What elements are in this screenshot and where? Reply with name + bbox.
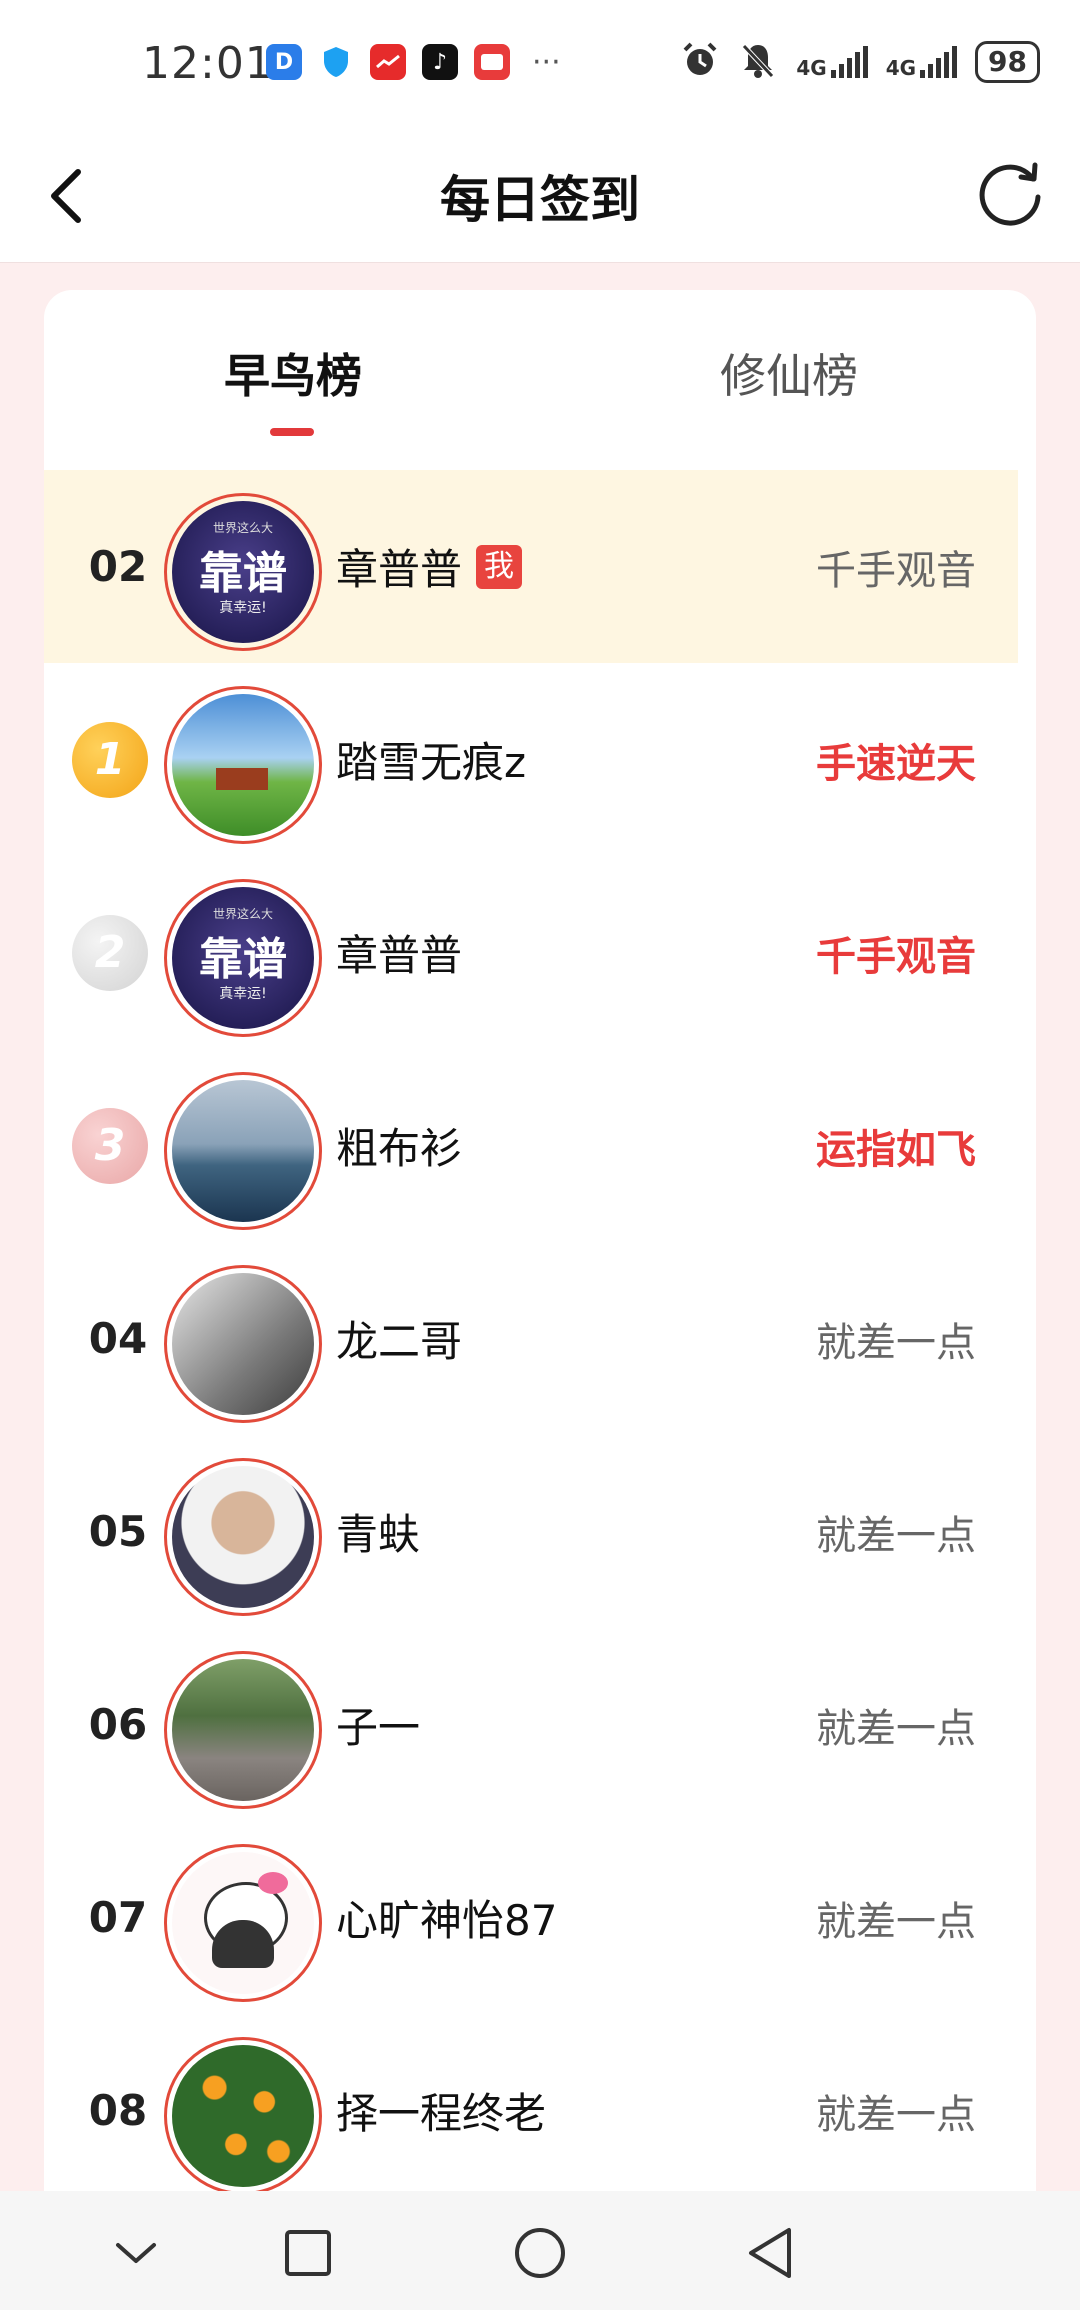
avatar[interactable] xyxy=(164,1071,322,1230)
rank-title: 手速逆天 xyxy=(816,740,976,787)
tab-early-bird[interactable]: 早鸟榜 xyxy=(224,340,362,406)
message-app-icon xyxy=(474,44,510,80)
list-item[interactable]: 2 世界这么大 靠谱 真幸运! 章普普 千手观音 xyxy=(44,856,1018,1049)
leaderboard-tabs: 早鸟榜 修仙榜 xyxy=(44,290,1036,470)
user-name: 择一程终老 xyxy=(336,2089,547,2138)
avatar[interactable] xyxy=(164,1650,322,1809)
my-ranking-row[interactable]: 02 世界这么大 靠谱 真幸运! 章普普 我 千手观音 xyxy=(44,470,1018,663)
nav-back-button[interactable] xyxy=(738,2221,802,2285)
header-bar: 每日签到 xyxy=(0,130,1080,263)
rank-title: 就差一点 xyxy=(816,1319,976,1366)
app-d-icon: D xyxy=(266,44,302,80)
user-name: 章普普 xyxy=(336,931,463,980)
rank-number: 08 xyxy=(88,2086,148,2135)
list-item[interactable]: 04 龙二哥 就差一点 xyxy=(44,1242,1018,1435)
ranking-list: 1 踏雪无痕z 手速逆天 2 世界这么大 靠谱 真幸运! 章普普 千手观音 3 … xyxy=(44,663,1018,2207)
rank-title: 就差一点 xyxy=(816,1512,976,1559)
active-tab-indicator xyxy=(270,428,314,436)
rank-title: 就差一点 xyxy=(816,1705,976,1752)
avatar[interactable] xyxy=(164,2036,322,2195)
refresh-icon xyxy=(979,162,1041,226)
signal-2: 4G xyxy=(886,46,958,78)
avatar[interactable]: 世界这么大 靠谱 真幸运! xyxy=(164,492,322,651)
avatar[interactable] xyxy=(164,1457,322,1616)
user-name: 子一 xyxy=(336,1703,421,1752)
user-name: 青蚨 xyxy=(336,1510,421,1559)
shield-icon xyxy=(318,44,354,80)
list-item[interactable]: 08 择一程终老 就差一点 xyxy=(44,2014,1018,2207)
leaderboard-card: 早鸟榜 修仙榜 02 世界这么大 靠谱 真幸运! 章普普 我 千手观音 1 踏雪… xyxy=(44,290,1036,2310)
tab-cultivation[interactable]: 修仙榜 xyxy=(720,340,858,406)
status-time: 12:01 xyxy=(142,38,274,89)
silver-medal-icon: 2 xyxy=(72,914,148,991)
rank-title: 千手观音 xyxy=(816,933,976,980)
mute-icon xyxy=(738,40,778,84)
more-notifications-icon: ··· xyxy=(532,44,561,80)
rank-number: 07 xyxy=(88,1893,148,1942)
avatar[interactable] xyxy=(164,1843,322,2002)
rank-title: 就差一点 xyxy=(816,1898,976,1945)
list-item[interactable]: 06 子一 就差一点 xyxy=(44,1628,1018,1821)
list-item[interactable]: 05 青蚨 就差一点 xyxy=(44,1435,1018,1628)
triangle-back-icon xyxy=(749,2228,791,2278)
signal-icon xyxy=(920,46,958,78)
nav-home-button[interactable] xyxy=(508,2221,572,2285)
refresh-button[interactable] xyxy=(970,154,1050,234)
list-item[interactable]: 1 踏雪无痕z 手速逆天 xyxy=(44,663,1018,856)
alarm-icon xyxy=(680,40,720,84)
gold-medal-icon: 1 xyxy=(72,721,148,798)
chevron-down-icon xyxy=(116,2243,156,2263)
bronze-medal-icon: 3 xyxy=(72,1107,148,1184)
rank-number: 04 xyxy=(88,1314,148,1363)
notification-icons: D ♪ ··· xyxy=(266,44,561,80)
rank-number: 06 xyxy=(88,1700,148,1749)
system-nav-bar xyxy=(0,2191,1080,2310)
list-item[interactable]: 3 粗布衫 运指如飞 xyxy=(44,1049,1018,1242)
tiktok-icon: ♪ xyxy=(422,44,458,80)
rank-title: 就差一点 xyxy=(816,2091,976,2138)
status-indicators: 4G 4G 98 xyxy=(680,40,1040,84)
status-bar: 12:01 D ♪ ··· 4G 4G 98 xyxy=(0,0,1080,130)
rank-number: 02 xyxy=(88,542,148,591)
list-item[interactable]: 07 心旷神怡87 就差一点 xyxy=(44,1821,1018,2014)
rank-number: 05 xyxy=(88,1507,148,1556)
avatar[interactable]: 世界这么大 靠谱 真幸运! xyxy=(164,878,322,1037)
avatar[interactable] xyxy=(164,685,322,844)
rank-title: 千手观音 xyxy=(816,547,976,594)
rank-title: 运指如飞 xyxy=(816,1126,976,1173)
user-name: 龙二哥 xyxy=(336,1317,463,1366)
nav-collapse-button[interactable] xyxy=(104,2221,168,2285)
page-title: 每日签到 xyxy=(440,171,640,229)
user-name: 踏雪无痕z xyxy=(336,738,527,787)
signal-1: 4G xyxy=(796,46,868,78)
user-name: 章普普 我 xyxy=(336,470,523,663)
signal-icon xyxy=(830,46,868,78)
nav-recents-button[interactable] xyxy=(276,2221,340,2285)
stock-app-icon xyxy=(370,44,406,80)
user-name: 心旷神怡87 xyxy=(336,1896,558,1945)
circle-icon xyxy=(515,2228,565,2278)
me-badge: 我 xyxy=(476,544,523,589)
square-icon xyxy=(285,2230,331,2276)
avatar[interactable] xyxy=(164,1264,322,1423)
battery-indicator: 98 xyxy=(975,41,1040,83)
user-name: 粗布衫 xyxy=(336,1124,463,1173)
